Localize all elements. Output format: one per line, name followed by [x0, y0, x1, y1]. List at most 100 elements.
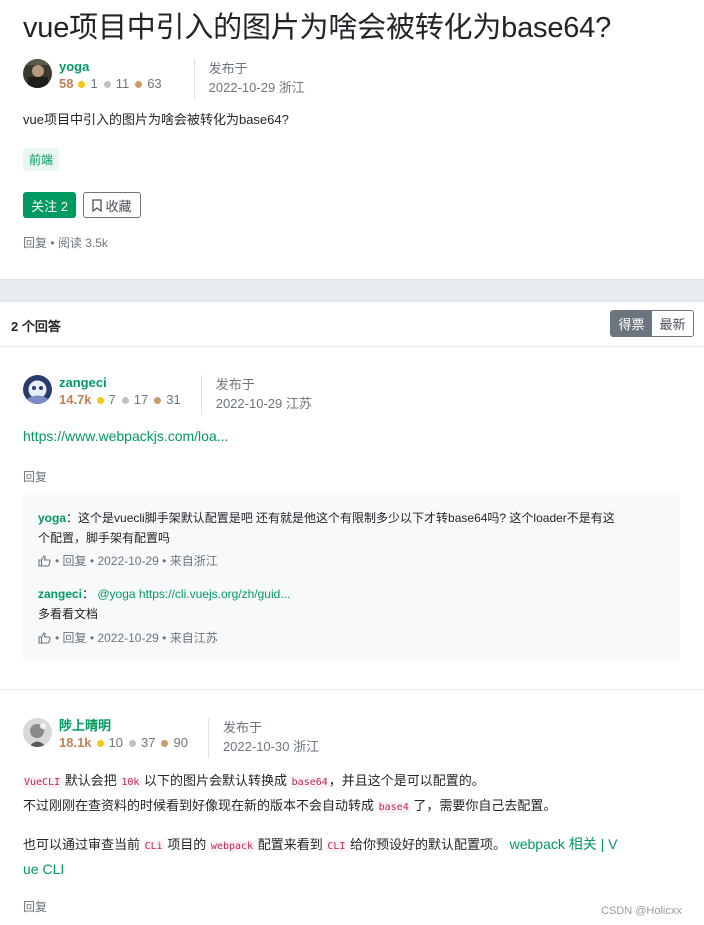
comments-panel: yoga：这个是vuecli脚手架默认配置是吧 还有就是他这个有限制多少以下才转… [23, 493, 680, 661]
separator-dot: • [86, 630, 98, 645]
publish-time: 2022-10-29 江苏 [215, 396, 312, 411]
sort-by-votes-button[interactable]: 得票 [611, 311, 652, 336]
webpack-cli-link[interactable]: webpack 相关 | V [510, 836, 618, 852]
sort-toggle: 得票 最新 [610, 310, 694, 337]
sort-by-newest-button[interactable]: 最新 [652, 311, 693, 336]
author-reputation: 14.7k 7 17 31 [59, 391, 187, 409]
answer-meta: 陟上晴明 18.1k 10 37 90 发布于 2022-10-30 浙江 [23, 718, 319, 758]
webpack-cli-link-cont[interactable]: ue CLI [23, 861, 64, 877]
comment-time: 2022-10-29 [97, 630, 159, 645]
comment-text: 多看看文档 [38, 607, 99, 621]
bookmark-icon [92, 198, 103, 212]
comment-author[interactable]: yoga [38, 511, 66, 525]
publish-label: 发布于 [208, 61, 248, 76]
answer-text: 默认会把 [61, 773, 121, 788]
avatar[interactable] [23, 375, 52, 404]
inline-code: 10k [120, 777, 141, 788]
bronze-badge-icon [135, 80, 143, 88]
gold-badge-icon [96, 739, 104, 747]
bronze-badge-icon [161, 739, 169, 747]
separator-dot: • [55, 553, 63, 568]
separator-dot: • [55, 630, 63, 645]
bronze-badge-icon [154, 396, 162, 404]
question-meta: yoga 58 1 11 63 发布于 2022-10-29 浙江 [23, 59, 305, 99]
separator-dot: • [50, 236, 58, 250]
author-name[interactable]: 陟上晴明 [59, 718, 194, 734]
reply-link[interactable]: 回复 [23, 898, 47, 915]
gold-badge-icon [96, 396, 104, 404]
answer-link[interactable]: https://www.webpackjs.com/loa... [23, 428, 228, 444]
silver-count: 11 [115, 76, 130, 91]
answers-count-title: 2 个回答 [11, 319, 61, 334]
question-actions: 回复 • 阅读 3.5k [23, 234, 108, 251]
comment-footer: • 回复 • 2022-10-29 • 来自浙江 [38, 552, 218, 569]
comment-location: 来自浙江 [169, 554, 218, 568]
comment-reply-link[interactable]: 回复 [63, 629, 87, 646]
comment-reply-link[interactable]: 回复 [63, 552, 87, 569]
author-name[interactable]: zangeci [59, 375, 187, 391]
silver-count: 17 [133, 392, 149, 407]
answer-text: 配置来看到 [254, 837, 327, 852]
separator-dot: • [86, 553, 98, 568]
inline-code: CLi [143, 841, 164, 852]
question-title: vue项目中引入的图片为啥会被转化为base64? [23, 12, 612, 44]
collect-button[interactable]: 收藏 [83, 192, 141, 218]
answer-text: 给你预设好的默认配置项。 [346, 837, 510, 852]
reputation-score: 14.7k [59, 392, 92, 407]
comment-author[interactable]: zangeci [38, 587, 82, 601]
publish-time: 2022-10-30 浙江 [222, 739, 320, 754]
comment-mention-link[interactable]: @yoga https://cli.vuejs.org/zh/guid... [97, 587, 290, 601]
bronze-count: 63 [147, 76, 162, 91]
answer-text: ，并且这个是可以配置的。 [328, 773, 485, 788]
comment: zangeci： @yoga https://cli.vuejs.org/zh/… [38, 587, 291, 621]
reputation-score: 58 [59, 76, 74, 91]
answer-text: 不过刚刚在查资料的时候看到好像现在新的版本不会自动转成 [23, 798, 378, 813]
silver-badge-icon [103, 80, 111, 88]
collect-label: 收藏 [105, 198, 132, 214]
inline-code: CLI [326, 841, 347, 852]
divider [0, 689, 704, 690]
section-band [0, 279, 704, 302]
answer-meta: zangeci 14.7k 7 17 31 发布于 2022-10-29 江苏 [23, 375, 312, 415]
thumbs-up-icon[interactable] [38, 554, 51, 567]
avatar[interactable] [23, 718, 52, 747]
reply-link[interactable]: 回复 [23, 236, 47, 250]
tag-frontend[interactable]: 前端 [23, 148, 60, 171]
question-body: vue项目中引入的图片为啥会被转化为base64? [23, 112, 289, 127]
inline-code: webpack [209, 841, 255, 852]
separator-dot: • [158, 553, 170, 568]
answer-paragraph: VueCLI 默认会把 10k 以下的图片会默认转换成 base64，并且这个是… [23, 769, 556, 819]
answer-text: 以下的图片会默认转换成 [140, 773, 291, 788]
publish-info: 发布于 2022-10-30 浙江 [207, 718, 320, 758]
answer-text: 了，需要你自己去配置。 [409, 798, 557, 813]
publish-label: 发布于 [215, 377, 255, 392]
thumbs-up-icon[interactable] [38, 631, 51, 644]
gold-count: 1 [90, 76, 98, 91]
reply-link[interactable]: 回复 [23, 468, 47, 485]
publish-label: 发布于 [222, 720, 262, 735]
gold-badge-icon [78, 80, 86, 88]
author-reputation: 18.1k 10 37 90 [59, 734, 194, 752]
gold-count: 10 [108, 735, 124, 750]
publish-time: 2022-10-29 浙江 [208, 80, 305, 95]
read-count: 阅读 3.5k [57, 236, 108, 250]
inline-code: VueCLI [23, 777, 62, 788]
comment: yoga：这个是vuecli脚手架默认配置是吧 还有就是他这个有限制多少以下才转… [38, 511, 615, 545]
inline-code: base64 [290, 777, 329, 788]
author-name[interactable]: yoga [59, 59, 168, 75]
bronze-count: 90 [173, 735, 188, 750]
publish-info: 发布于 2022-10-29 江苏 [200, 375, 312, 415]
comment-text-cont: 个配置，脚手架有配置吗 [38, 531, 171, 545]
avatar[interactable] [23, 59, 52, 88]
publish-info: 发布于 2022-10-29 浙江 [193, 59, 305, 99]
author-reputation: 58 1 11 63 [59, 75, 168, 93]
inline-code: base4 [377, 802, 410, 813]
comment-footer: • 回复 • 2022-10-29 • 来自江苏 [38, 629, 218, 646]
follow-button[interactable]: 关注 2 [23, 192, 76, 218]
silver-badge-icon [129, 739, 137, 747]
answer-text: 项目的 [163, 837, 210, 852]
divider [0, 346, 704, 347]
reputation-score: 18.1k [59, 735, 92, 750]
watermark: CSDN @Holicxx [601, 905, 682, 917]
comment-time: 2022-10-29 [97, 553, 159, 568]
